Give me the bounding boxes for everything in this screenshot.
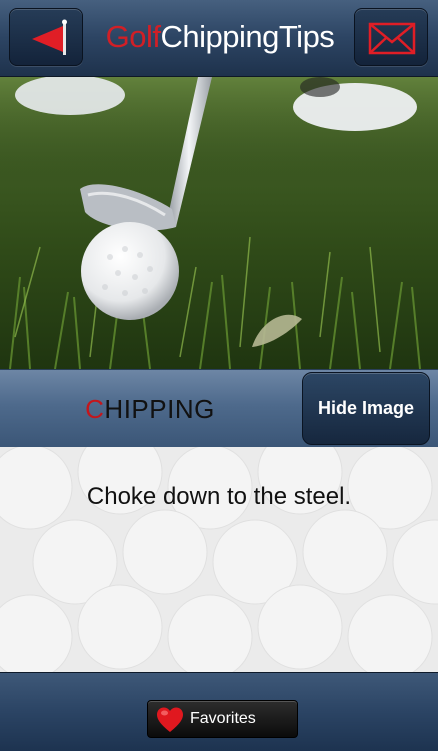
mail-icon [368, 22, 416, 55]
favorites-button[interactable]: Favorites [147, 700, 298, 738]
app-title: GolfChippingTips [96, 19, 344, 55]
hide-image-button[interactable]: Hide Image [302, 372, 430, 445]
golf-ball-texture [0, 447, 438, 672]
favorites-label: Favorites [190, 710, 256, 727]
app-title-rest: ChippingTips [160, 19, 335, 54]
category-label: CHIPPING [40, 394, 260, 425]
back-button[interactable] [9, 8, 83, 66]
tip-text: Choke down to the steel. [86, 483, 352, 510]
heart-icon [157, 707, 183, 732]
bottom-toolbar: Favorites [0, 672, 438, 751]
category-label-first: C [85, 394, 105, 424]
category-bar: CHIPPING Hide Image [0, 369, 438, 447]
category-label-rest: HIPPING [104, 394, 215, 424]
app-title-accent: Golf [105, 19, 161, 54]
golf-hero-image [0, 77, 438, 369]
mail-button[interactable] [354, 8, 428, 66]
tip-panel: Choke down to the steel. [0, 447, 438, 672]
header-bar: GolfChippingTips [0, 0, 438, 77]
back-flag-icon [32, 19, 67, 55]
